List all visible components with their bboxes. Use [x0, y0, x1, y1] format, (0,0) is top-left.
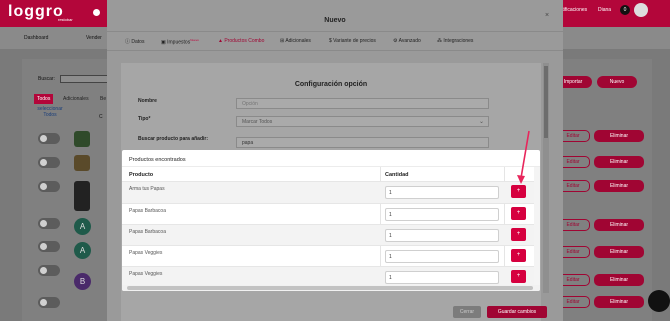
new-badge: Nuevo	[190, 38, 199, 42]
table-row: Papas Barbacoa +	[122, 204, 534, 225]
type-select[interactable]: Marcar Todos ⌄	[236, 116, 489, 127]
divider	[107, 50, 563, 51]
delete-button[interactable]: Eliminar	[594, 274, 644, 286]
add-product-button[interactable]: +	[511, 185, 526, 198]
product-letter-avatar: A	[74, 242, 91, 259]
tab-variante-precios[interactable]: $ Variante de precios	[329, 38, 376, 44]
toggle-switch[interactable]	[38, 241, 60, 252]
product-thumbnail	[74, 181, 90, 211]
config-title: Configuración opción	[294, 81, 368, 88]
toggle-switch[interactable]	[38, 181, 60, 192]
name-label: Nombre	[138, 98, 157, 104]
app-logo-subtitle: restobar	[58, 17, 73, 22]
product-name: Papas Barbacoa	[129, 208, 166, 214]
tab-adicionales[interactable]: ⊞ Adicionales	[280, 38, 311, 44]
close-icon[interactable]: ×	[545, 12, 549, 19]
add-product-button[interactable]: +	[511, 228, 526, 241]
quantity-field[interactable]	[385, 250, 499, 263]
type-select-value: Marcar Todos	[242, 119, 273, 125]
select-all-link[interactable]: seleccionar Todos	[32, 106, 68, 118]
toggle-switch[interactable]	[38, 265, 60, 276]
tab-impuestos[interactable]: ▣ ImpuestosNuevo	[161, 38, 199, 46]
quantity-field[interactable]	[385, 208, 499, 221]
product-name: Papas Veggies	[129, 250, 163, 256]
quantity-field[interactable]	[385, 271, 499, 284]
toggle-switch[interactable]	[38, 157, 60, 168]
delete-button[interactable]: Eliminar	[594, 246, 644, 258]
delete-button[interactable]: Eliminar	[594, 130, 644, 142]
chat-icon[interactable]	[648, 290, 670, 312]
quantity-field[interactable]	[385, 229, 499, 242]
notification-count-badge: 0	[620, 5, 630, 15]
tab-integraciones[interactable]: ⁂ Integraciones	[437, 38, 473, 44]
product-letter-avatar: B	[74, 273, 91, 290]
product-letter-avatar: A	[74, 218, 91, 235]
popup-vertical-scrollbar[interactable]	[534, 167, 540, 285]
product-thumbnail	[74, 131, 90, 147]
delete-button[interactable]: Eliminar	[594, 219, 644, 231]
tab-todos[interactable]: Todos	[34, 94, 54, 104]
modal-title: Nuevo	[324, 17, 346, 24]
tab-avanzado[interactable]: ⚙ Avanzado	[393, 38, 421, 44]
chevron-down-icon: ⌄	[478, 119, 484, 125]
popup-title: Productos encontrados	[129, 157, 186, 163]
quantity-field[interactable]	[385, 186, 499, 199]
modal-scrollbar-thumb[interactable]	[544, 66, 548, 138]
add-product-button[interactable]: +	[511, 207, 526, 220]
product-thumbnail	[74, 155, 90, 171]
avatar[interactable]	[634, 3, 648, 17]
column-header-product: Producto	[129, 172, 154, 178]
toggle-switch[interactable]	[38, 133, 60, 144]
toggle-switch[interactable]	[38, 297, 60, 308]
add-product-button[interactable]: +	[511, 249, 526, 262]
tab-productos-combo[interactable]: ▲ Productos Combo	[218, 38, 264, 44]
column-header-hint: C	[99, 114, 103, 120]
close-button[interactable]: Cerrar	[453, 306, 481, 318]
column-header-quantity: Cantidad	[385, 172, 409, 178]
type-label: Tipo*	[138, 116, 151, 122]
table-row: Arma tus Papas +	[122, 182, 534, 203]
save-button[interactable]: Guardar cambios	[487, 306, 547, 318]
delete-button[interactable]: Eliminar	[594, 156, 644, 168]
product-name: Arma tus Papas	[129, 186, 165, 192]
divider	[122, 166, 540, 167]
delete-button[interactable]: Eliminar	[594, 180, 644, 192]
table-row: Papas Veggies +	[122, 246, 534, 267]
tab-adicionales[interactable]: Adicionales	[60, 94, 92, 104]
product-name: Papas Barbacoa	[129, 229, 166, 235]
tab-datos[interactable]: ⓘ Datos	[125, 38, 144, 45]
search-product-label: Buscar producto para añadir:	[138, 136, 209, 142]
products-found-popup: Productos encontrados Producto Cantidad …	[122, 150, 540, 291]
add-product-button[interactable]: +	[511, 270, 526, 283]
nav-dashboard[interactable]: Dashboard	[24, 35, 48, 41]
popup-horizontal-scrollbar-thumb[interactable]	[127, 286, 533, 290]
product-name: Papas Veggies	[129, 271, 163, 277]
new-button[interactable]: Nuevo	[597, 76, 637, 88]
toggle-switch[interactable]	[38, 218, 60, 229]
nav-vender[interactable]: Vender	[86, 35, 102, 41]
app-logo: loggro	[8, 3, 64, 20]
search-label: Buscar:	[38, 76, 55, 82]
name-field[interactable]	[236, 98, 489, 109]
search-product-input[interactable]: papa	[236, 137, 489, 148]
delete-button[interactable]: Eliminar	[594, 296, 644, 308]
bell-icon[interactable]	[93, 9, 100, 16]
table-row: Papas Barbacoa +	[122, 225, 534, 246]
user-name[interactable]: Diana	[598, 7, 611, 13]
divider	[107, 31, 563, 32]
